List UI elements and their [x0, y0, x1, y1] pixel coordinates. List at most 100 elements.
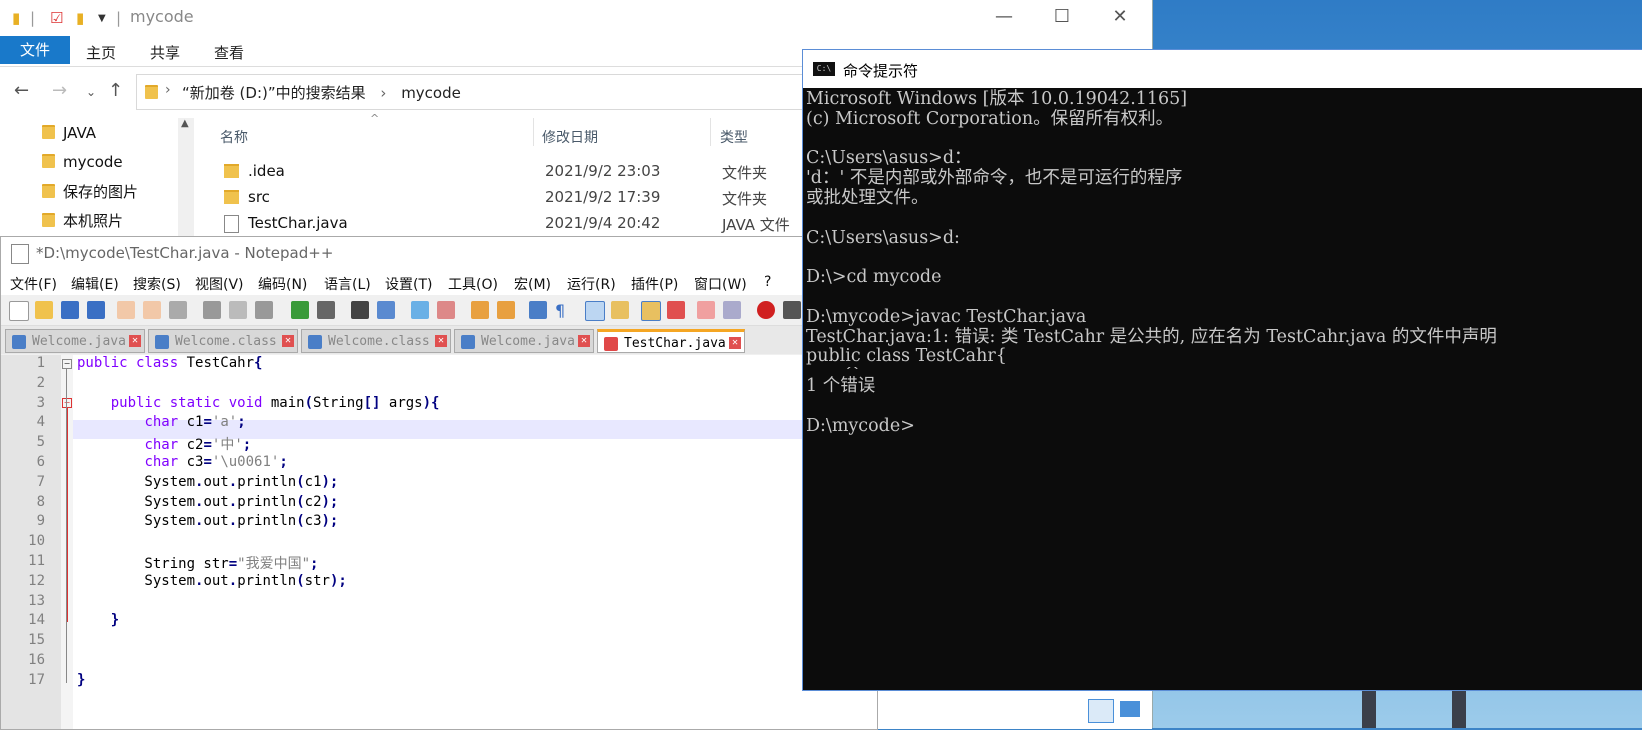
- close-icon[interactable]: ✕: [129, 335, 141, 347]
- chevron-down-icon[interactable]: ▼: [98, 13, 106, 24]
- terminal-line: (c) Microsoft Corporation。保留所有权利。: [806, 108, 1174, 129]
- breadcrumb-folder[interactable]: mycode: [401, 84, 461, 102]
- separator: |: [30, 9, 36, 27]
- tab-welcome-java[interactable]: Welcome.java ✕: [5, 329, 145, 353]
- column-header-name[interactable]: 名称: [220, 127, 248, 147]
- sync-horizontal-icon[interactable]: [497, 301, 515, 319]
- menu-window[interactable]: 窗口(W): [694, 274, 747, 294]
- details-view-icon[interactable]: [1088, 699, 1114, 723]
- undo-icon[interactable]: [291, 301, 309, 319]
- menu-tools[interactable]: 工具(O): [448, 274, 498, 294]
- close-icon[interactable]: ✕: [578, 335, 590, 347]
- maximize-button[interactable]: ☐: [1033, 0, 1091, 34]
- menu-file[interactable]: 文件(F): [10, 274, 57, 294]
- indent-guide-icon[interactable]: [585, 301, 605, 321]
- menu-help[interactable]: ?: [764, 274, 771, 290]
- function-list-icon[interactable]: [667, 301, 685, 319]
- terminal-line: D:\>cd mycode: [806, 267, 942, 288]
- breadcrumb-location[interactable]: “新加卷 (D:)”中的搜索结果: [182, 84, 366, 102]
- fold-margin[interactable]: − −: [61, 355, 73, 729]
- close-icon[interactable]: ✕: [282, 335, 294, 347]
- menu-run[interactable]: 运行(R): [567, 274, 616, 294]
- zoom-out-icon[interactable]: [437, 301, 455, 319]
- menu-language[interactable]: 语言(L): [324, 274, 371, 294]
- column-divider[interactable]: [710, 118, 711, 146]
- fold-toggle-icon[interactable]: −: [62, 359, 72, 369]
- forward-arrow-icon[interactable]: →: [52, 80, 67, 101]
- tab-testchar-java[interactable]: TestChar.java ✕: [597, 329, 745, 353]
- nav-item-java[interactable]: JAVA: [42, 124, 96, 142]
- paste-icon[interactable]: [255, 301, 273, 319]
- properties-icon[interactable]: ☑: [50, 9, 63, 27]
- code-line: }: [110, 612, 120, 629]
- minimize-button[interactable]: —: [975, 0, 1033, 34]
- close-all-icon[interactable]: [143, 301, 161, 319]
- close-file-icon[interactable]: [117, 301, 135, 319]
- terminal-output[interactable]: Microsoft Windows [版本 10.0.19042.1165] (…: [806, 89, 1636, 688]
- redo-icon[interactable]: [317, 301, 335, 319]
- file-icon: [155, 335, 169, 349]
- save-icon[interactable]: [61, 301, 79, 319]
- menu-search[interactable]: 搜索(S): [133, 274, 181, 294]
- nav-item-camera-roll[interactable]: 本机照片: [42, 210, 123, 231]
- tab-share[interactable]: 共享: [150, 42, 180, 63]
- column-divider[interactable]: [533, 118, 534, 146]
- new-folder-icon[interactable]: ▮: [76, 9, 84, 27]
- menu-macro[interactable]: 宏(M): [514, 274, 551, 294]
- save-all-icon[interactable]: [87, 301, 105, 319]
- large-icons-view-icon[interactable]: [1120, 701, 1140, 717]
- tab-welcome-class-2[interactable]: Welcome.class ✕: [301, 329, 451, 353]
- code-line: public static void main(String[] args){: [110, 394, 440, 411]
- find-icon[interactable]: [351, 301, 369, 319]
- replace-icon[interactable]: [377, 301, 395, 319]
- menu-settings[interactable]: 设置(T): [385, 274, 432, 294]
- tab-file[interactable]: 文件: [0, 36, 70, 64]
- print-icon[interactable]: [169, 301, 187, 319]
- notepad-plus-plus-window: *D:\mycode\TestChar.java - Notepad++ 文件(…: [0, 236, 878, 730]
- close-icon[interactable]: ✕: [729, 337, 741, 349]
- tab-view[interactable]: 查看: [214, 42, 244, 63]
- fold-toggle-icon[interactable]: −: [62, 398, 72, 408]
- breadcrumb: “新加卷 (D:)”中的搜索结果 › mycode: [182, 82, 461, 103]
- menu-view[interactable]: 视图(V): [195, 274, 244, 294]
- tab-bar: Welcome.java ✕ Welcome.class ✕ Welcome.cla…: [1, 326, 877, 354]
- doc-map-icon[interactable]: [641, 301, 661, 321]
- close-button[interactable]: ✕: [1091, 0, 1149, 34]
- code-line: char c1='a';: [144, 414, 246, 431]
- zoom-in-icon[interactable]: [411, 301, 429, 319]
- terminal-line: Microsoft Windows [版本 10.0.19042.1165]: [806, 89, 1188, 109]
- tab-home[interactable]: 主页: [86, 42, 116, 63]
- cut-icon[interactable]: [203, 301, 221, 319]
- new-file-icon[interactable]: [9, 301, 29, 321]
- tab-welcome-java-2[interactable]: Welcome.java ✕: [454, 329, 594, 353]
- nav-scrollbar[interactable]: ▲: [178, 118, 194, 238]
- udl-icon[interactable]: [611, 301, 629, 319]
- terminal-line: D:\mycode>: [806, 415, 915, 436]
- nav-item-mycode[interactable]: mycode: [42, 153, 123, 171]
- up-arrow-icon[interactable]: ↑: [108, 80, 123, 101]
- recent-locations-icon[interactable]: ⌄: [86, 85, 96, 99]
- open-file-icon[interactable]: [35, 301, 53, 319]
- column-header-date[interactable]: 修改日期: [542, 127, 598, 147]
- show-all-chars-icon[interactable]: ¶: [555, 301, 573, 320]
- folder-workspace-icon[interactable]: [697, 301, 715, 319]
- terminal-line: ^: [806, 367, 860, 378]
- close-icon[interactable]: ✕: [435, 335, 447, 347]
- record-macro-icon[interactable]: [757, 301, 775, 319]
- menu-plugins[interactable]: 插件(P): [631, 274, 678, 294]
- chevron-up-icon[interactable]: ▲: [181, 118, 189, 129]
- menu-edit[interactable]: 编辑(E): [71, 274, 119, 294]
- stop-macro-icon[interactable]: [783, 301, 801, 319]
- window-title: 命令提示符: [843, 62, 919, 80]
- npp-title-bar: *D:\mycode\TestChar.java - Notepad++: [1, 237, 877, 269]
- monitoring-icon[interactable]: [723, 301, 741, 319]
- sync-vertical-icon[interactable]: [471, 301, 489, 319]
- tab-welcome-class[interactable]: Welcome.class ✕: [148, 329, 298, 353]
- back-arrow-icon[interactable]: ←: [14, 80, 29, 101]
- nav-item-saved-pictures[interactable]: 保存的图片: [42, 181, 138, 202]
- menu-encoding[interactable]: 编码(N): [258, 274, 307, 294]
- copy-icon[interactable]: [229, 301, 247, 319]
- word-wrap-icon[interactable]: [529, 301, 547, 319]
- code-editor[interactable]: 1 2 3 4 5 6 7 8 9 10 11 12 13 14 15 16 1…: [1, 355, 877, 729]
- column-header-type[interactable]: 类型: [720, 127, 748, 147]
